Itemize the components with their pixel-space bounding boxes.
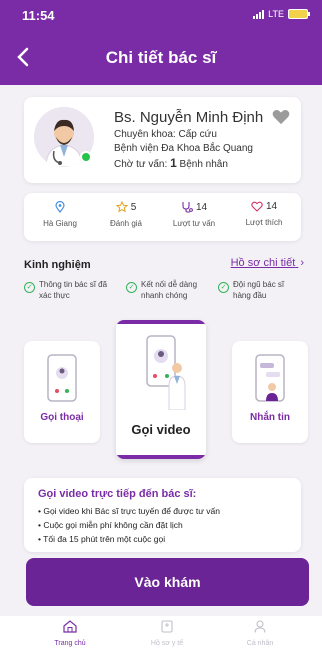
chevron-right-icon: › <box>300 257 304 269</box>
page-title: Chi tiết bác sĩ <box>105 48 217 67</box>
feature-top-doctors: ✓ Đội ngũ bác sĩ hàng đầu <box>218 279 284 301</box>
video-call-option[interactable]: Gọi video <box>116 320 206 459</box>
user-icon <box>254 620 266 633</box>
phone-voice-illustration <box>47 354 77 402</box>
records-icon <box>161 620 173 633</box>
favorite-heart-icon[interactable] <box>272 109 290 125</box>
nav-label: Trang chủ <box>54 640 86 647</box>
network-type: LTE <box>268 9 284 19</box>
doctor-specialty: Chuyên khoa: Cấp cứu <box>114 129 217 140</box>
check-circle-icon: ✓ <box>24 282 35 293</box>
info-line: • Gọi video khi Bác sĩ trực tuyến để đượ… <box>38 506 221 516</box>
doctor-waiting: Chờ tư vấn: 1 Bệnh nhân <box>114 156 228 170</box>
stat-consultations: 14 Lượt tư vấn <box>166 201 222 229</box>
status-bar: 11:54 LTE <box>0 0 322 30</box>
message-option[interactable]: Nhắn tin <box>232 341 308 443</box>
stat-value: 14 <box>265 201 278 212</box>
info-line: • Cuộc gọi miễn phí không cần đặt lịch <box>38 520 183 530</box>
nav-label: Hồ sơ y tế <box>150 640 184 647</box>
experience-title: Kinh nghiệm <box>24 259 91 271</box>
stat-rating: 5 Đánh giá <box>98 201 154 228</box>
nav-home[interactable]: Trang chủ <box>40 620 100 647</box>
battery-icon <box>288 9 310 19</box>
feature-easy-connect: ✓ Kết nối dễ dàng nhanh chóng <box>126 279 197 301</box>
stethoscope-icon <box>182 202 193 213</box>
waiting-count: 1 <box>170 156 177 170</box>
stat-value: 5 <box>130 201 137 213</box>
star-icon <box>115 201 128 213</box>
check-circle-icon: ✓ <box>218 282 229 293</box>
stat-location: Hà Giang <box>32 201 88 228</box>
header: Chi tiết bác sĩ <box>0 30 322 85</box>
stat-value: 14 <box>195 201 208 213</box>
nav-medical-records[interactable]: Hồ sơ y tế <box>137 620 197 647</box>
stats-card: Hà Giang 5 Đánh giá 14 Lượt tư vấn 14 Lư… <box>24 193 301 241</box>
check-circle-icon: ✓ <box>126 282 137 293</box>
start-consultation-button[interactable]: Vào khám <box>26 558 309 606</box>
status-time: 11:54 <box>22 8 55 23</box>
voice-call-label: Gọi thoại <box>40 412 84 423</box>
online-status-dot <box>80 151 92 163</box>
doctor-card: Bs. Nguyễn Minh Định Chuyên khoa: Cấp cứ… <box>24 97 301 183</box>
voice-call-option[interactable]: Gọi thoại <box>24 341 100 443</box>
phone-chat-illustration <box>255 354 285 402</box>
status-indicators: LTE <box>253 9 310 19</box>
phone-video-illustration <box>146 335 186 410</box>
info-title: Gọi video trực tiếp đến bác sĩ: <box>38 488 197 500</box>
message-label: Nhắn tin <box>250 412 290 423</box>
signal-icon <box>253 9 265 19</box>
location-icon <box>55 201 65 213</box>
doctor-name: Bs. Nguyễn Minh Định <box>114 109 264 126</box>
stat-label: Lượt thích <box>245 218 283 227</box>
doctor-hospital: Bệnh viện Đa Khoa Bắc Quang <box>114 143 253 154</box>
video-info-card: Gọi video trực tiếp đến bác sĩ: • Gọi vi… <box>24 478 301 552</box>
profile-detail-link[interactable]: Hồ sơ chi tiết › <box>231 257 304 269</box>
video-call-label: Gọi video <box>131 422 191 437</box>
nav-profile[interactable]: Cá nhân <box>230 620 290 647</box>
feature-verified: ✓ Thông tin bác sĩ đã xác thực <box>24 279 107 301</box>
nav-label: Cá nhân <box>246 640 274 647</box>
stat-likes: 14 Lượt thích <box>236 201 292 227</box>
home-icon <box>63 620 77 633</box>
stat-label: Đánh giá <box>109 219 143 228</box>
info-line: • Tối đa 15 phút trên một cuộc gọi <box>38 534 166 544</box>
bottom-nav: Trang chủ Hồ sơ y tế Cá nhân <box>0 616 322 652</box>
stat-label: Hà Giang <box>43 219 77 228</box>
heart-outline-icon <box>251 201 263 212</box>
stat-label: Lượt tư vấn <box>172 219 216 228</box>
